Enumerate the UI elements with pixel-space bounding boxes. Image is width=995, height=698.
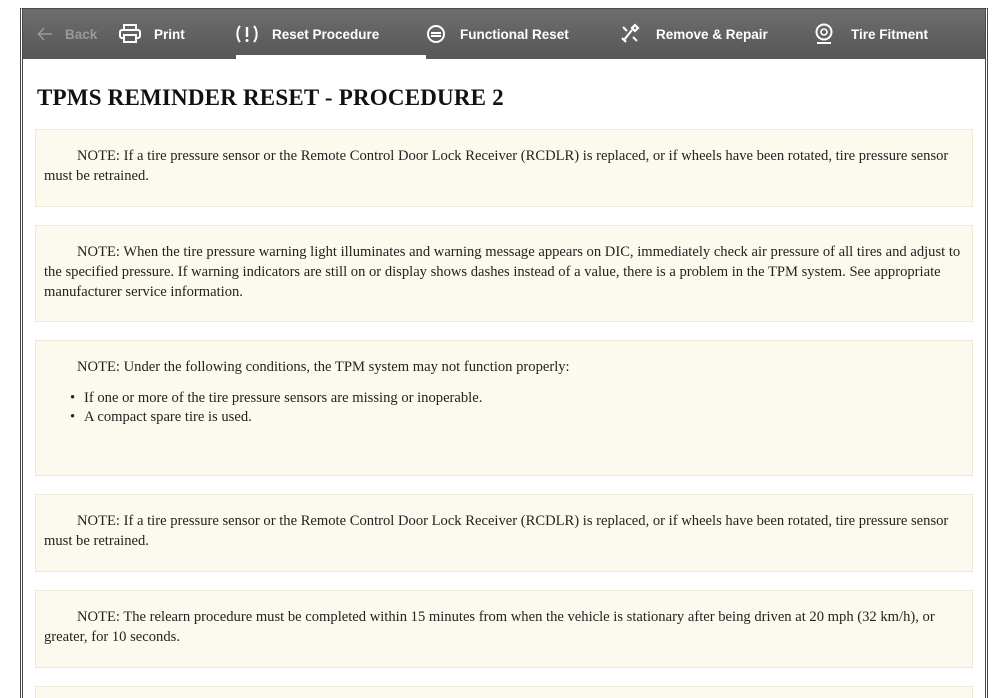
list-item: A compact spare tire is used. (70, 408, 964, 427)
document-frame: Back Print Reset Procedure Functional Re… (20, 8, 988, 698)
list-item: If one or more of the tire pressure sens… (70, 389, 964, 408)
print-button[interactable]: Print (119, 9, 236, 59)
note-retrain-sensor-repeat: NOTE: If a tire pressure sensor or the R… (35, 494, 973, 572)
conditions-list: If one or more of the tire pressure sens… (44, 389, 964, 427)
note-warning-light: NOTE: When the tire pressure warning lig… (35, 225, 973, 322)
procedure-content: TPMS REMINDER RESET - PROCEDURE 2 NOTE: … (23, 85, 985, 698)
wrench-icon (620, 23, 640, 45)
tire-icon (815, 23, 833, 45)
reset-procedure-label: Reset Procedure (272, 26, 380, 42)
toolbar: Back Print Reset Procedure Functional Re… (23, 9, 985, 59)
note-text: NOTE: The relearn procedure must be comp… (44, 609, 935, 645)
note-text: NOTE: If a tire pressure sensor or the R… (44, 513, 949, 549)
print-label: Print (154, 26, 185, 42)
note-relearn-time: NOTE: The relearn procedure must be comp… (35, 590, 973, 668)
left-arrow-icon (37, 27, 53, 41)
printer-icon (119, 24, 141, 44)
note-partial (35, 686, 973, 698)
tire-fitment-label: Tire Fitment (851, 26, 929, 42)
tab-functional-reset[interactable]: Functional Reset (426, 9, 620, 59)
tab-remove-repair[interactable]: Remove & Repair (620, 9, 815, 59)
back-button[interactable]: Back (37, 9, 119, 59)
remove-repair-label: Remove & Repair (656, 26, 768, 42)
note-text: NOTE: If a tire pressure sensor or the R… (44, 148, 949, 184)
note-text: NOTE: When the tire pressure warning lig… (44, 244, 961, 300)
note-text: NOTE: Under the following conditions, th… (77, 359, 570, 375)
tab-reset-procedure[interactable]: Reset Procedure (236, 9, 426, 59)
functional-reset-icon (426, 24, 446, 44)
note-retrain-sensor: NOTE: If a tire pressure sensor or the R… (35, 129, 973, 207)
tab-tire-fitment[interactable]: Tire Fitment (815, 9, 965, 59)
back-label: Back (65, 26, 98, 42)
page-title: TPMS REMINDER RESET - PROCEDURE 2 (37, 85, 504, 110)
functional-reset-label: Functional Reset (460, 26, 569, 42)
note-conditions: NOTE: Under the following conditions, th… (35, 340, 973, 476)
tpms-warning-icon (236, 24, 258, 44)
